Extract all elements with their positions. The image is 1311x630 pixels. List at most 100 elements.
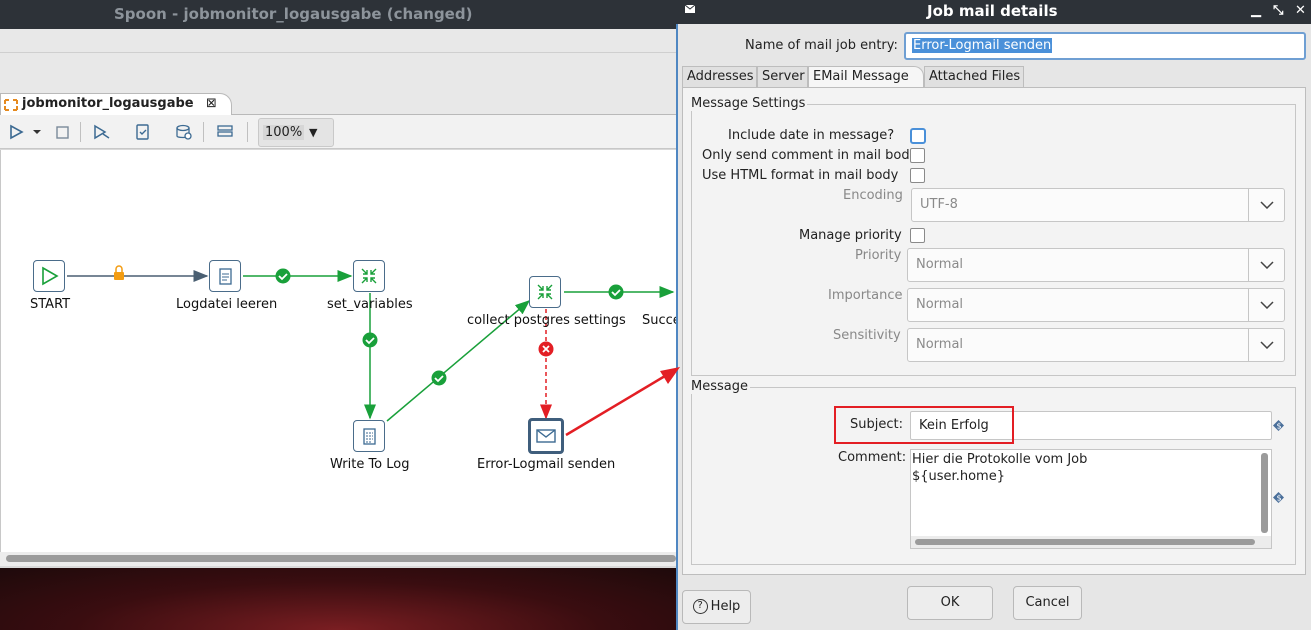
job-entry-logdatei[interactable] — [209, 260, 241, 292]
impact-analysis-icon[interactable] — [172, 120, 196, 144]
sensitivity-value: Normal — [916, 337, 964, 352]
variables-icon — [537, 284, 553, 300]
close-tab-icon[interactable]: ⊠ — [206, 96, 217, 111]
textarea-vertical-scrollbar[interactable] — [1261, 453, 1268, 533]
importance-value: Normal — [916, 297, 964, 312]
comment-text: Hier die Protokolle vom Job ${user.home} — [912, 452, 1088, 484]
chevron-down-icon[interactable] — [1248, 189, 1284, 221]
job-entry-set-variables[interactable] — [353, 260, 385, 292]
priority-value: Normal — [916, 257, 964, 272]
dialog-tabs: Addresses Server EMail Message Attached … — [682, 66, 1306, 89]
lock-icon — [114, 265, 124, 280]
variables-icon — [361, 268, 377, 284]
tab-email-message[interactable]: EMail Message — [808, 66, 924, 89]
cancel-button[interactable]: Cancel — [1013, 586, 1082, 620]
check-icon[interactable] — [131, 120, 155, 144]
textarea-horizontal-scrollbar[interactable] — [915, 539, 1255, 545]
node-label-write-log: Write To Log — [330, 457, 410, 472]
menubar — [0, 29, 676, 53]
window-menu-icon[interactable] — [684, 3, 696, 18]
success-check-icon — [431, 370, 447, 386]
tab-label: jobmonitor_logausgabe — [22, 96, 194, 111]
job-entry-write-log[interactable] — [353, 420, 385, 452]
include-date-checkbox[interactable] — [910, 128, 926, 144]
name-input[interactable]: Error-Logmail senden — [904, 32, 1306, 60]
importance-label: Importance — [828, 288, 903, 303]
job-canvas[interactable]: START Logdatei leeren set_variables coll… — [0, 150, 681, 552]
zoom-value: 100% — [263, 125, 305, 140]
canvas-toolbar: 100% ▼ — [0, 115, 676, 149]
dialog-titlebar: Job mail details ▁ ⤡ ✕ — [676, 0, 1311, 24]
run-button[interactable] — [4, 120, 28, 144]
help-icon: ? — [692, 599, 708, 614]
name-value: Error-Logmail senden — [912, 38, 1053, 53]
svg-text:$: $ — [1277, 494, 1282, 503]
tab-jobmonitor[interactable]: jobmonitor_logausgabe ⊠ — [0, 93, 232, 116]
spoon-titlebar: Spoon - jobmonitor_logausgabe (changed) — [0, 0, 676, 29]
canvas-horizontal-scrollbar[interactable] — [0, 552, 676, 566]
toolbar-strip — [0, 53, 676, 93]
job-entry-collect[interactable] — [529, 276, 561, 308]
tab-server[interactable]: Server — [757, 66, 808, 88]
variable-icon[interactable]: $ — [1273, 420, 1284, 431]
encoding-label: Encoding — [843, 188, 903, 203]
node-label-error-mail: Error-Logmail senden — [477, 457, 616, 472]
svg-text:$: $ — [1277, 422, 1282, 431]
sql-icon[interactable] — [213, 120, 237, 144]
comment-label: Comment: — [838, 450, 907, 465]
chevron-down-icon: ▼ — [309, 126, 318, 139]
encoding-select[interactable]: UTF-8 — [911, 188, 1285, 222]
chevron-down-icon[interactable] — [1248, 249, 1284, 281]
message-settings-title: Message Settings — [689, 96, 808, 111]
message-group-title: Message — [689, 379, 750, 394]
variable-icon[interactable]: $ — [1273, 492, 1284, 503]
importance-select[interactable]: Normal — [907, 288, 1285, 322]
run-options-dropdown[interactable] — [27, 120, 47, 144]
name-label: Name of mail job entry: — [745, 38, 898, 53]
sensitivity-label: Sensitivity — [833, 328, 901, 343]
close-icon[interactable]: ✕ — [1295, 3, 1306, 18]
sensitivity-select[interactable]: Normal — [907, 328, 1285, 362]
start-icon — [42, 266, 59, 286]
scrollbar-thumb[interactable] — [6, 555, 676, 562]
html-format-checkbox[interactable] — [910, 168, 925, 183]
help-button[interactable]: ? Help — [682, 590, 751, 624]
tab-addresses[interactable]: Addresses — [682, 66, 757, 88]
chevron-down-icon[interactable] — [1248, 289, 1284, 321]
manage-priority-checkbox[interactable] — [910, 228, 925, 243]
file-icon — [219, 268, 232, 285]
stop-button[interactable] — [50, 120, 74, 144]
mail-icon — [536, 429, 556, 443]
job-icon — [2, 97, 20, 117]
hops-layer — [67, 265, 675, 422]
priority-select[interactable]: Normal — [907, 248, 1285, 282]
desktop-background — [0, 568, 676, 630]
toolbar-divider — [247, 122, 248, 142]
maximize-icon[interactable]: ⤡ — [1273, 3, 1283, 18]
minimize-icon[interactable]: ▁ — [1251, 3, 1261, 18]
success-check-icon — [608, 284, 624, 300]
encoding-value: UTF-8 — [920, 197, 958, 212]
html-format-label: Use HTML format in mail body — [702, 168, 899, 183]
node-label-success: Succe — [642, 313, 681, 328]
node-label-collect: collect postgres settings — [467, 313, 626, 328]
node-label-start: START — [30, 297, 71, 312]
error-x-icon — [538, 341, 554, 357]
zoom-select[interactable]: 100% ▼ — [258, 118, 334, 147]
comment-textarea[interactable]: Hier die Protokolle vom Job ${user.home} — [910, 449, 1272, 549]
log-icon — [363, 428, 376, 445]
include-date-label: Include date in message? — [728, 128, 895, 143]
toolbar-divider — [80, 122, 81, 142]
subject-highlight-box — [834, 406, 1014, 444]
help-label: Help — [710, 599, 741, 614]
tab-attached-files[interactable]: Attached Files — [924, 66, 1024, 88]
priority-label: Priority — [855, 248, 902, 263]
only-comment-checkbox[interactable] — [910, 148, 925, 163]
success-check-icon — [362, 332, 378, 348]
replay-icon[interactable] — [90, 120, 114, 144]
window-title: Spoon - jobmonitor_logausgabe (changed) — [114, 5, 473, 23]
ok-button[interactable]: OK — [907, 586, 993, 620]
job-entry-start[interactable] — [33, 260, 65, 292]
job-entry-error-mail[interactable] — [528, 418, 564, 454]
chevron-down-icon[interactable] — [1248, 329, 1284, 361]
